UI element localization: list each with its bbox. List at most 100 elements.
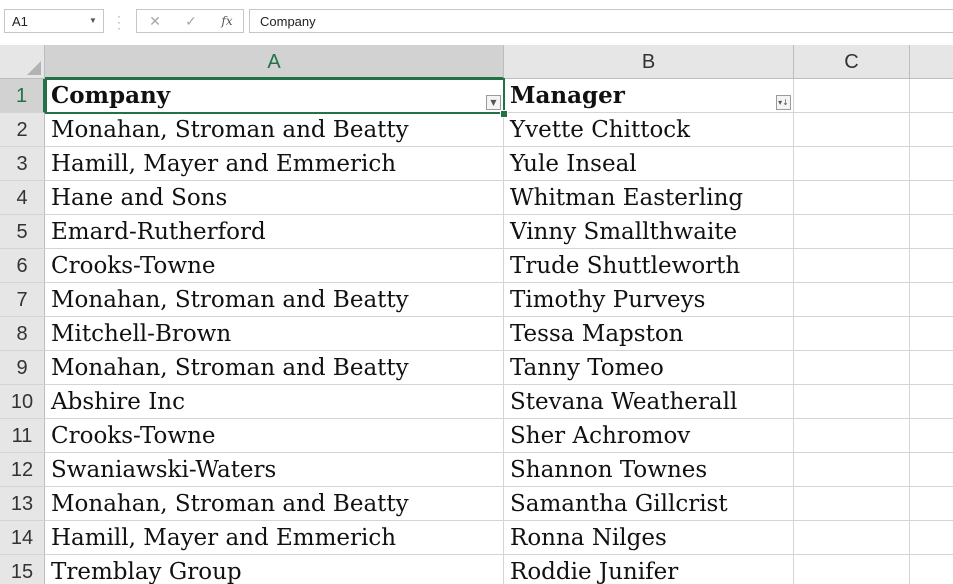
fx-icon[interactable]: fx	[217, 13, 237, 29]
cell-empty[interactable]	[910, 351, 953, 385]
select-all-button[interactable]	[0, 45, 45, 79]
formula-input[interactable]: Company	[249, 9, 953, 33]
filter-dropdown-icon[interactable]: ▼	[486, 95, 501, 110]
row-header-13[interactable]: 13	[0, 487, 45, 521]
cell-empty[interactable]	[910, 385, 953, 419]
cell-empty[interactable]	[794, 419, 910, 453]
cell-empty[interactable]	[794, 249, 910, 283]
cell-empty[interactable]	[910, 79, 953, 113]
cell-empty[interactable]	[794, 181, 910, 215]
manager-text: Manager	[510, 82, 625, 109]
cell-manager[interactable]: Yvette Chittock	[504, 113, 794, 147]
cell-manager[interactable]: Shannon Townes	[504, 453, 794, 487]
cell-manager[interactable]: Tanny Tomeo	[504, 351, 794, 385]
cell-empty[interactable]	[910, 487, 953, 521]
row-header-11[interactable]: 11	[0, 419, 45, 453]
row-header-3[interactable]: 3	[0, 147, 45, 181]
row-header-6[interactable]: 6	[0, 249, 45, 283]
cell-empty[interactable]	[910, 249, 953, 283]
name-box[interactable]: A1 ▼	[4, 9, 104, 33]
row-header-7[interactable]: 7	[0, 283, 45, 317]
row-header-14[interactable]: 14	[0, 521, 45, 555]
cell-empty[interactable]	[794, 453, 910, 487]
cell-company[interactable]: Tremblay Group	[45, 555, 504, 584]
cell-b1-header[interactable]: Manager	[504, 79, 794, 113]
cell-manager[interactable]: Samantha Gillcrist	[504, 487, 794, 521]
row-header-9[interactable]: 9	[0, 351, 45, 385]
cell-empty[interactable]	[794, 317, 910, 351]
cell-manager[interactable]: Sher Achromov	[504, 419, 794, 453]
column-header-c[interactable]: C	[794, 45, 910, 79]
cell-company[interactable]: Hane and Sons	[45, 181, 504, 215]
row-header-5[interactable]: 5	[0, 215, 45, 249]
cell-empty[interactable]	[794, 113, 910, 147]
cell-empty[interactable]	[910, 453, 953, 487]
filter-sort-descending-icon[interactable]: ▾↓	[776, 95, 791, 110]
row-header-12[interactable]: 12	[0, 453, 45, 487]
manager-text: Stevana Weatherall	[510, 389, 738, 415]
manager-text: Shannon Townes	[510, 457, 708, 483]
company-text: Hamill, Mayer and Emmerich	[51, 525, 397, 551]
cell-empty[interactable]	[910, 419, 953, 453]
cell-company[interactable]: Abshire Inc	[45, 385, 504, 419]
column-header-a[interactable]: A	[45, 45, 504, 79]
manager-text: Trude Shuttleworth	[510, 253, 741, 279]
cell-company[interactable]: Monahan, Stroman and Beatty	[45, 283, 504, 317]
row-header-1[interactable]: 1	[0, 79, 45, 113]
cell-empty[interactable]	[910, 521, 953, 555]
close-icon[interactable]: ✕	[145, 13, 165, 29]
cell-a1-header[interactable]: Company	[45, 79, 504, 113]
cell-empty[interactable]	[794, 487, 910, 521]
cell-manager[interactable]: Stevana Weatherall	[504, 385, 794, 419]
cell-company[interactable]: Monahan, Stroman and Beatty	[45, 487, 504, 521]
cell-empty[interactable]	[794, 283, 910, 317]
cell-empty[interactable]	[794, 555, 910, 584]
cell-empty[interactable]	[910, 283, 953, 317]
column-header-b[interactable]: B	[504, 45, 794, 79]
cell-company[interactable]: Crooks-Towne	[45, 249, 504, 283]
cell-empty[interactable]	[910, 181, 953, 215]
cell-manager[interactable]: Tessa Mapston	[504, 317, 794, 351]
cell-company[interactable]: Hamill, Mayer and Emmerich	[45, 521, 504, 555]
cell-empty[interactable]	[794, 215, 910, 249]
cell-empty[interactable]	[794, 385, 910, 419]
cell-manager[interactable]: Ronna Nilges	[504, 521, 794, 555]
cell-company[interactable]: Swaniawski-Waters	[45, 453, 504, 487]
cell-company[interactable]: Monahan, Stroman and Beatty	[45, 113, 504, 147]
cell-empty[interactable]	[910, 113, 953, 147]
company-text: Monahan, Stroman and Beatty	[51, 117, 409, 143]
row-header-4[interactable]: 4	[0, 181, 45, 215]
cell-company[interactable]: Mitchell-Brown	[45, 317, 504, 351]
cell-manager[interactable]: Yule Inseal	[504, 147, 794, 181]
cell-company[interactable]: Hamill, Mayer and Emmerich	[45, 147, 504, 181]
cell-empty[interactable]	[794, 351, 910, 385]
row-header-2[interactable]: 2	[0, 113, 45, 147]
chevron-down-icon[interactable]: ▼	[87, 14, 99, 28]
cell-empty[interactable]	[910, 317, 953, 351]
fill-handle[interactable]	[500, 110, 508, 118]
manager-text: Yule Inseal	[510, 151, 637, 177]
spreadsheet-window: A1 ▼ · · · ✕ ✓ fx Company A B C 1 Company Ma…	[0, 0, 953, 584]
row-header-8[interactable]: 8	[0, 317, 45, 351]
manager-text: Whitman Easterling	[510, 185, 744, 211]
cell-company[interactable]: Crooks-Towne	[45, 419, 504, 453]
cell-empty[interactable]	[794, 79, 910, 113]
cell-company[interactable]: Emard-Rutherford	[45, 215, 504, 249]
cell-empty[interactable]	[910, 147, 953, 181]
cell-company[interactable]: Monahan, Stroman and Beatty	[45, 351, 504, 385]
cell-empty[interactable]	[910, 215, 953, 249]
cell-manager[interactable]: Roddie Junifer	[504, 555, 794, 584]
check-icon[interactable]: ✓	[181, 13, 201, 29]
cell-empty[interactable]	[794, 147, 910, 181]
cell-empty[interactable]	[910, 555, 953, 584]
column-header-d[interactable]	[910, 45, 953, 79]
cell-manager[interactable]: Whitman Easterling	[504, 181, 794, 215]
cell-empty[interactable]	[794, 521, 910, 555]
company-text: Monahan, Stroman and Beatty	[51, 287, 409, 313]
row-header-10[interactable]: 10	[0, 385, 45, 419]
cell-manager[interactable]: Vinny Smallthwaite	[504, 215, 794, 249]
row-header-15[interactable]: 15	[0, 555, 45, 584]
cell-manager[interactable]: Trude Shuttleworth	[504, 249, 794, 283]
cell-manager[interactable]: Timothy Purveys	[504, 283, 794, 317]
manager-text: Sher Achromov	[510, 423, 691, 449]
